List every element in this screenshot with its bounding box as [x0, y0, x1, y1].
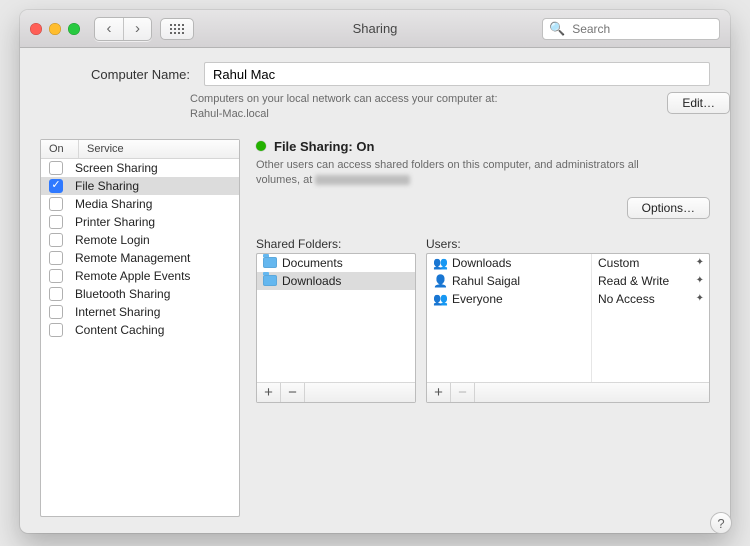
- computer-name-note: Computers on your local network can acce…: [20, 86, 730, 123]
- permission-value: Custom: [598, 256, 639, 270]
- note-line1: Computers on your local network can acce…: [190, 93, 498, 105]
- user-row[interactable]: 👥 Everyone: [427, 290, 591, 308]
- service-row[interactable]: Remote Apple Events: [41, 267, 239, 285]
- users-panel: Users: 👥 Downloads 👤 Rahul Saigal 👥 Everyone …: [426, 237, 710, 517]
- stepper-icon: ✦: [696, 275, 703, 286]
- shared-folders-label: Shared Folders:: [256, 237, 416, 251]
- permission-selector[interactable]: Read & Write ✦: [592, 272, 709, 290]
- permission-selector[interactable]: Custom ✦: [592, 254, 709, 272]
- shared-folder-row[interactable]: Documents: [257, 254, 415, 272]
- help-button[interactable]: ?: [710, 512, 730, 533]
- service-row[interactable]: Bluetooth Sharing: [41, 285, 239, 303]
- service-checkbox[interactable]: [49, 197, 63, 211]
- users-label: Users:: [426, 237, 710, 251]
- search-icon: 🔍: [549, 21, 565, 37]
- users-list[interactable]: 👥 Downloads 👤 Rahul Saigal 👥 Everyone Custom ✦…: [426, 253, 710, 403]
- service-row[interactable]: Screen Sharing: [41, 159, 239, 177]
- status-description: Other users can access shared folders on…: [256, 158, 676, 189]
- folder-name: Downloads: [282, 274, 341, 288]
- edit-hostname-button[interactable]: Edit…: [667, 92, 730, 114]
- service-label: File Sharing: [75, 179, 139, 193]
- col-on: On: [41, 140, 79, 158]
- computer-name-label: Computer Name:: [40, 62, 190, 82]
- main-content: On Service Screen Sharing File Sharing Med…: [20, 123, 730, 533]
- service-checkbox[interactable]: [49, 269, 63, 283]
- service-label: Internet Sharing: [75, 305, 160, 319]
- service-label: Bluetooth Sharing: [75, 287, 170, 301]
- remove-folder-button[interactable]: −: [281, 383, 305, 402]
- services-header: On Service: [41, 140, 239, 159]
- status-dot-icon: [256, 141, 266, 151]
- service-label: Remote Apple Events: [75, 269, 190, 283]
- status-line: File Sharing: On: [256, 139, 710, 154]
- grid-icon: [170, 24, 184, 34]
- service-label: Remote Management: [75, 251, 190, 265]
- user-name: Downloads: [452, 256, 511, 270]
- note-line2: Rahul-Mac.local: [190, 108, 269, 120]
- service-checkbox[interactable]: [49, 161, 63, 175]
- status-title: File Sharing: On: [274, 139, 374, 154]
- service-checkbox[interactable]: [49, 179, 63, 193]
- sharing-pref-window: ‹ › Sharing 🔍 Computer Name: Computers o…: [20, 10, 730, 533]
- shared-folders-panel: Shared Folders: Documents Downloads + −: [256, 237, 416, 517]
- add-folder-button[interactable]: +: [257, 383, 281, 402]
- col-service: Service: [79, 140, 132, 158]
- minimize-icon[interactable]: [49, 23, 61, 35]
- person-icon: 👤: [433, 274, 447, 288]
- service-checkbox[interactable]: [49, 287, 63, 301]
- permission-value: Read & Write: [598, 274, 669, 288]
- user-row[interactable]: 👥 Downloads: [427, 254, 591, 272]
- back-button[interactable]: ‹: [95, 18, 123, 40]
- redacted-address: [315, 175, 410, 185]
- traffic-lights: [30, 23, 80, 35]
- permission-selector[interactable]: No Access ✦: [592, 290, 709, 308]
- service-label: Media Sharing: [75, 197, 152, 211]
- service-checkbox[interactable]: [49, 305, 63, 319]
- service-checkbox[interactable]: [49, 233, 63, 247]
- search-input[interactable]: [570, 21, 729, 37]
- service-row[interactable]: File Sharing: [41, 177, 239, 195]
- shared-folders-list[interactable]: Documents Downloads + −: [256, 253, 416, 403]
- titlebar: ‹ › Sharing 🔍: [20, 10, 730, 48]
- service-row[interactable]: Media Sharing: [41, 195, 239, 213]
- services-table: On Service Screen Sharing File Sharing Med…: [40, 139, 240, 517]
- service-label: Screen Sharing: [75, 161, 158, 175]
- service-checkbox[interactable]: [49, 251, 63, 265]
- stepper-icon: ✦: [696, 293, 703, 304]
- service-checkbox[interactable]: [49, 215, 63, 229]
- user-name: Rahul Saigal: [452, 274, 520, 288]
- nav-back-forward: ‹ ›: [94, 17, 152, 41]
- group-icon: 👥: [433, 292, 447, 306]
- service-row[interactable]: Content Caching: [41, 321, 239, 339]
- zoom-icon[interactable]: [68, 23, 80, 35]
- service-detail-pane: File Sharing: On Other users can access …: [256, 139, 710, 517]
- add-user-button[interactable]: +: [427, 383, 451, 402]
- folder-icon: [263, 275, 277, 286]
- user-name: Everyone: [452, 292, 503, 306]
- options-button[interactable]: Options…: [627, 197, 710, 219]
- service-label: Printer Sharing: [75, 215, 155, 229]
- service-label: Remote Login: [75, 233, 150, 247]
- show-all-button[interactable]: [160, 18, 194, 40]
- permission-value: No Access: [598, 292, 655, 306]
- shared-folder-row[interactable]: Downloads: [257, 272, 415, 290]
- computer-name-row: Computer Name:: [20, 48, 730, 86]
- group-icon: 👥: [433, 256, 447, 270]
- service-row[interactable]: Printer Sharing: [41, 213, 239, 231]
- user-row[interactable]: 👤 Rahul Saigal: [427, 272, 591, 290]
- close-icon[interactable]: [30, 23, 42, 35]
- service-checkbox[interactable]: [49, 323, 63, 337]
- service-row[interactable]: Remote Login: [41, 231, 239, 249]
- service-label: Content Caching: [75, 323, 164, 337]
- folder-icon: [263, 257, 277, 268]
- folder-name: Documents: [282, 256, 343, 270]
- remove-user-button: −: [451, 383, 475, 402]
- service-row[interactable]: Internet Sharing: [41, 303, 239, 321]
- computer-name-input[interactable]: [204, 62, 710, 86]
- stepper-icon: ✦: [696, 257, 703, 268]
- forward-button[interactable]: ›: [123, 18, 151, 40]
- search-field[interactable]: 🔍: [542, 18, 720, 40]
- folders-users-row: Shared Folders: Documents Downloads + − U…: [256, 237, 710, 517]
- service-row[interactable]: Remote Management: [41, 249, 239, 267]
